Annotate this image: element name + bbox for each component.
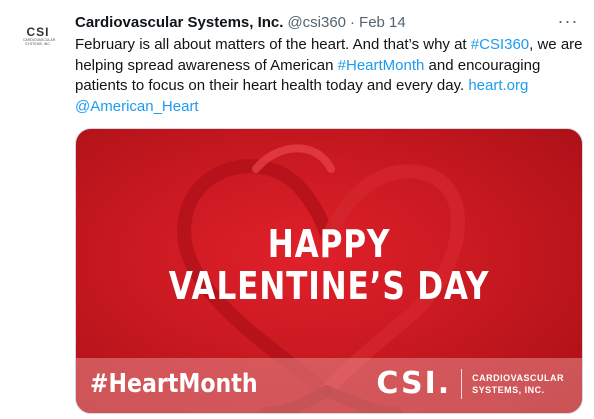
tweet-header: Cardiovascular Systems, Inc. @csi360 · F… [75, 12, 580, 32]
avatar-subtitle: CARDIOVASCULAR SYSTEMS, INC. [23, 38, 56, 46]
mention-american-heart[interactable]: @American_Heart [75, 98, 199, 115]
brand-text: CARDIOVASCULAR SYSTEMS, INC. [472, 372, 564, 396]
avatar-logo: CSI [26, 25, 50, 39]
brand-divider [461, 368, 463, 399]
separator: · [350, 13, 356, 31]
tweet[interactable]: CSI CARDIOVASCULAR SYSTEMS, INC. Cardiov… [0, 0, 594, 419]
author-handle[interactable]: @csi360 [287, 14, 346, 31]
hashtag-csi360[interactable]: #CSI360 [471, 36, 529, 53]
tweet-date[interactable]: Feb 14 [359, 14, 406, 31]
image-brand-logo: CSI. CARDIOVASCULAR SYSTEMS, INC. [376, 366, 564, 401]
tweet-image[interactable]: HAPPY VALENTINE’S DAY #HeartMonth CSI. C… [75, 128, 583, 414]
image-headline-line1: HAPPY [267, 222, 391, 266]
image-hashtag: #HeartMonth [90, 369, 258, 399]
brand-line2: SYSTEMS, INC. [472, 384, 545, 395]
brand-line1: CARDIOVASCULAR [472, 372, 564, 383]
hashtag-heartmonth[interactable]: #HeartMonth [338, 57, 425, 74]
brand-logo-mark: CSI. [376, 366, 452, 401]
author-name[interactable]: Cardiovascular Systems, Inc. [75, 14, 283, 31]
link-heart-org[interactable]: heart.org [468, 77, 528, 94]
text-segment: February is all about matters of the hea… [75, 36, 471, 53]
image-headline-line2: VALENTINE’S DAY [168, 264, 490, 308]
tweet-text: February is all about matters of the hea… [75, 35, 585, 117]
avatar[interactable]: CSI CARDIOVASCULAR SYSTEMS, INC. [14, 12, 62, 60]
more-options-icon[interactable]: ··· [556, 10, 580, 32]
